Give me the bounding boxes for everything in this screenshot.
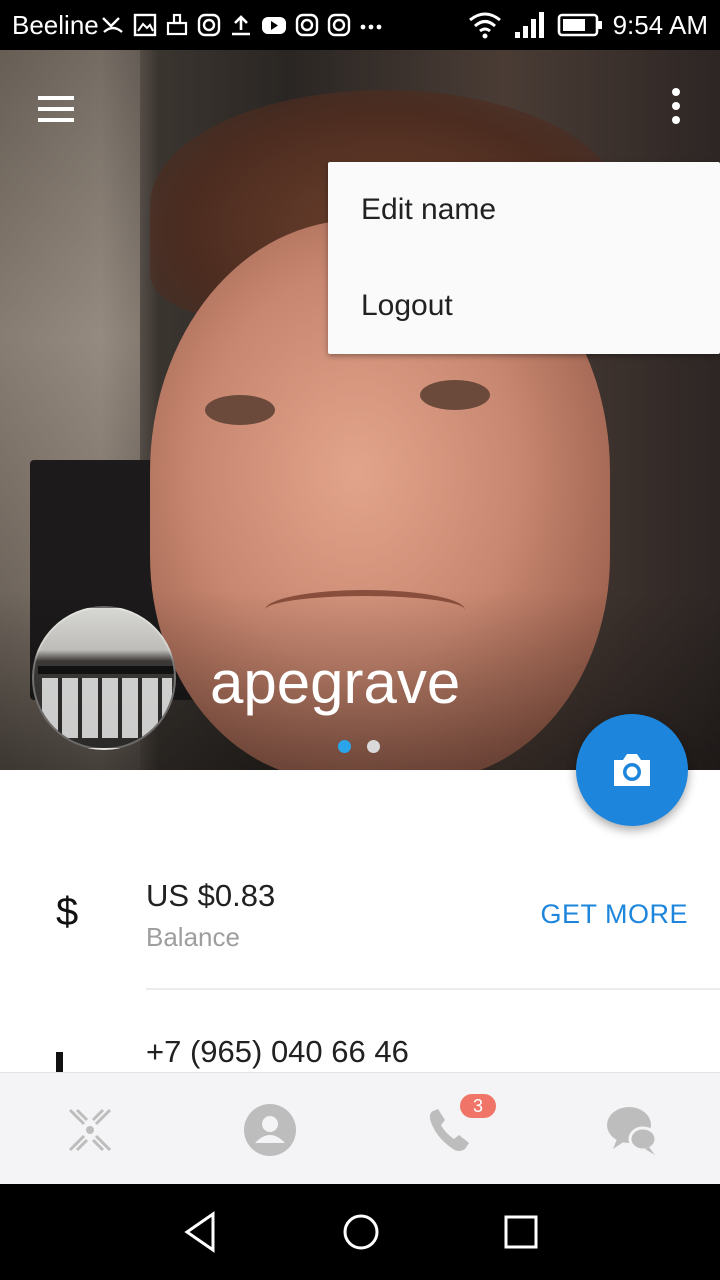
- menu-item-logout[interactable]: Logout: [328, 258, 720, 354]
- person-icon: [244, 1104, 296, 1156]
- battery-icon: [557, 13, 602, 37]
- instagram-icon: [197, 13, 221, 37]
- instagram-icon: [327, 13, 351, 37]
- dollar-icon: $: [56, 890, 79, 934]
- menu-item-edit-name[interactable]: Edit name: [328, 162, 720, 258]
- phone-number: +7 (965) 040 66 46: [146, 1034, 409, 1069]
- tab-calls[interactable]: [360, 1073, 540, 1185]
- wifi-icon: [468, 12, 501, 39]
- tab-chats[interactable]: [540, 1073, 720, 1185]
- notification-icons: [100, 10, 384, 40]
- youtube-icon: [262, 17, 286, 34]
- chat-bubbles-icon: [607, 1107, 658, 1155]
- divider: [146, 988, 720, 990]
- carrier-name: Beeline: [12, 10, 99, 40]
- upload-icon: [232, 15, 250, 36]
- back-icon[interactable]: [177, 1208, 225, 1256]
- instagram-icon: [295, 13, 319, 37]
- balance-label: Balance: [146, 922, 240, 952]
- photo-pager: [338, 740, 380, 753]
- overflow-menu: Edit name Logout: [328, 162, 720, 354]
- camera-button[interactable]: [576, 714, 688, 826]
- clock: 9:54 AM: [612, 10, 708, 40]
- phone-icon: [56, 1052, 63, 1072]
- avatar-touchbar: [38, 666, 174, 674]
- more-dots-icon: [360, 24, 382, 30]
- get-more-button[interactable]: GET MORE: [540, 899, 688, 930]
- pager-dot[interactable]: [367, 740, 380, 753]
- pager-dot-active[interactable]: [338, 740, 351, 753]
- calls-badge: 3: [460, 1094, 496, 1118]
- home-icon[interactable]: [337, 1208, 385, 1256]
- tab-profile[interactable]: [180, 1073, 360, 1185]
- avatar[interactable]: [32, 606, 176, 750]
- more-vert-icon[interactable]: [664, 86, 688, 126]
- balance-value: US $0.83: [146, 878, 276, 913]
- signal-icon: [514, 12, 544, 38]
- avatar-keyboard: [42, 678, 172, 738]
- tab-keypad[interactable]: [0, 1073, 180, 1185]
- username: apegrave: [210, 649, 461, 716]
- camera-icon: [614, 754, 650, 786]
- system-navigation: [0, 1184, 720, 1280]
- missed-call-icon: [102, 17, 123, 33]
- photo-eye-right: [420, 380, 490, 410]
- dialer-x-icon: [68, 1108, 112, 1152]
- photo-eye-left: [205, 395, 275, 425]
- hamburger-menu-icon[interactable]: [36, 94, 76, 124]
- bottom-navigation: [0, 1072, 720, 1184]
- image-icon: [133, 13, 157, 37]
- cleaner-icon: [166, 13, 188, 36]
- recents-icon[interactable]: [497, 1208, 545, 1256]
- phone-row: +7 (965) 040 66 46: [0, 1032, 720, 1072]
- status-bar: Beeline 9:54 AM: [0, 0, 720, 50]
